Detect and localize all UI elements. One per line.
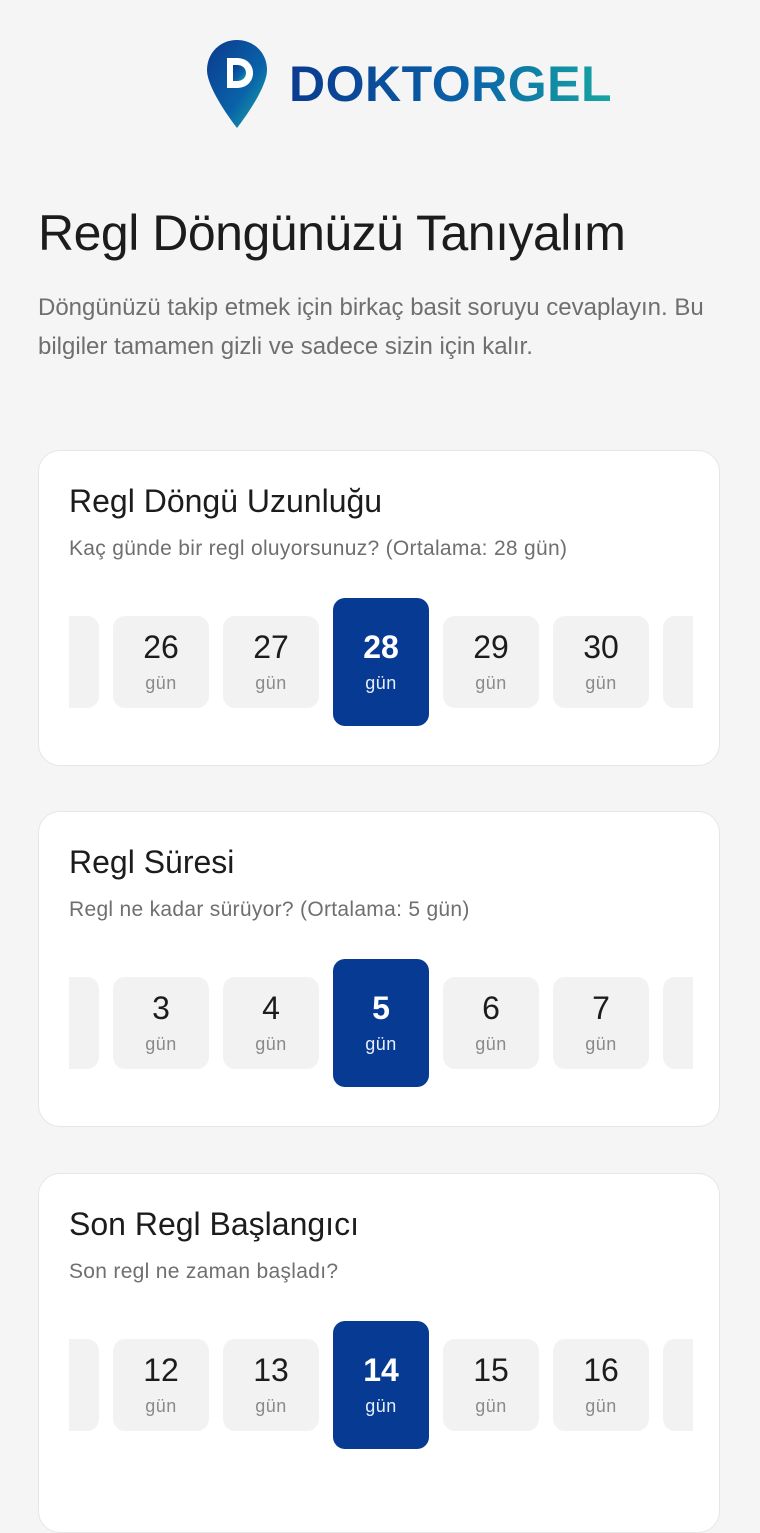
day-unit-label: gün (145, 1033, 177, 1054)
period-duration-card: Regl Süresi Regl ne kadar sürüyor? (Orta… (38, 811, 720, 1127)
day-option[interactable]: 15 gün (443, 1339, 539, 1431)
day-unit-label: gün (145, 1395, 177, 1416)
day-number: 28 (363, 628, 399, 665)
day-option[interactable]: 26 gün (113, 616, 209, 708)
day-number: 15 (473, 1351, 509, 1388)
day-number: 13 (253, 1351, 289, 1388)
day-option[interactable]: 25gün (69, 616, 99, 708)
card-subtitle: Regl ne kadar sürüyor? (Ortalama: 5 gün) (69, 898, 470, 921)
day-option[interactable]: 4 gün (223, 977, 319, 1069)
last-period-start-card: Son Regl Başlangıcı Son regl ne zaman ba… (38, 1173, 720, 1533)
day-number: 16 (583, 1351, 619, 1388)
day-unit-label: gün (255, 672, 287, 693)
day-option[interactable]: 7 gün (553, 977, 649, 1069)
day-unit-label: gün (585, 1033, 617, 1054)
card-title: Regl Süresi (69, 844, 235, 880)
day-number: 27 (253, 628, 289, 665)
day-unit-label: gün (475, 1395, 507, 1416)
day-unit-label: gün (255, 1395, 287, 1416)
day-option[interactable]: 16 gün (553, 1339, 649, 1431)
day-option[interactable]: 11gün (69, 1339, 99, 1431)
day-option[interactable]: 2gün (69, 977, 99, 1069)
day-number: 12 (143, 1351, 179, 1388)
day-option-selected[interactable]: 28 gün (333, 598, 429, 726)
day-option-selected[interactable]: 14 gün (333, 1321, 429, 1449)
day-number: 30 (583, 628, 619, 665)
day-unit-label: gün (475, 1033, 507, 1054)
day-unit-label: gün (585, 672, 617, 693)
card-title: Son Regl Başlangıcı (69, 1206, 359, 1242)
brand-logo: DOKTORGEL (205, 38, 612, 130)
day-option-selected[interactable]: 5 gün (333, 959, 429, 1087)
day-option[interactable]: 8gün (663, 977, 693, 1069)
day-number: 29 (473, 628, 509, 665)
day-option[interactable]: 17gün (663, 1339, 693, 1431)
day-unit-label: gün (475, 672, 507, 693)
day-unit-label: gün (365, 1033, 397, 1054)
day-option[interactable]: 12 gün (113, 1339, 209, 1431)
day-number: 5 (372, 989, 390, 1026)
cycle-length-card: Regl Döngü Uzunluğu Kaç günde bir regl o… (38, 450, 720, 766)
day-number: 7 (592, 989, 610, 1026)
day-number: 14 (363, 1351, 399, 1388)
map-pin-logo-icon (207, 40, 267, 128)
day-option[interactable]: 30 gün (553, 616, 649, 708)
card-subtitle: Kaç günde bir regl oluyorsunuz? (Ortalam… (69, 537, 568, 560)
day-unit-label: gün (365, 672, 397, 693)
period-duration-picker[interactable]: 2gün 3 gün 4 gün 5 gün 6 gün 7 gün 8gün (69, 958, 693, 1088)
brand-name: DOKTORGEL (289, 56, 613, 112)
day-option[interactable]: 27 gün (223, 616, 319, 708)
day-number: 6 (482, 989, 500, 1026)
day-option[interactable]: 3 gün (113, 977, 209, 1069)
page-title: Regl Döngünüzü Tanıyalım (38, 205, 626, 261)
page-subtitle: Döngünüzü takip etmek için birkaç basit … (38, 294, 704, 360)
day-option[interactable]: 13 gün (223, 1339, 319, 1431)
day-unit-label: gün (585, 1395, 617, 1416)
last-period-start-picker[interactable]: 11gün 12 gün 13 gün 14 gün 15 gün 16 gün 17gün (69, 1320, 693, 1450)
day-unit-label: gün (145, 672, 177, 693)
day-number: 4 (262, 989, 280, 1026)
day-unit-label: gün (365, 1395, 397, 1416)
card-title: Regl Döngü Uzunluğu (69, 483, 383, 519)
day-number: 3 (152, 989, 170, 1026)
day-option[interactable]: 29 gün (443, 616, 539, 708)
day-option[interactable]: 6 gün (443, 977, 539, 1069)
day-unit-label: gün (255, 1033, 287, 1054)
cycle-length-picker[interactable]: 25gün 26 gün 27 gün 28 gün 29 gün 30 gün 31gün (69, 597, 693, 727)
card-subtitle: Son regl ne zaman başladı? (69, 1260, 339, 1283)
day-number: 26 (143, 628, 179, 665)
day-option[interactable]: 31gün (663, 616, 693, 708)
